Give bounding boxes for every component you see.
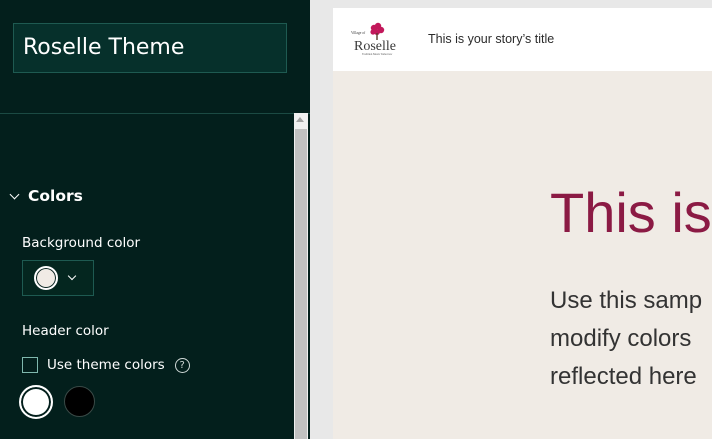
- use-theme-colors-checkbox[interactable]: [22, 357, 38, 373]
- svg-text:Village of: Village of: [351, 31, 366, 35]
- body-line: reflected here: [550, 363, 697, 390]
- scroll-thumb[interactable]: [295, 129, 307, 439]
- svg-text:Roselle: Roselle: [354, 39, 396, 54]
- theme-name-input[interactable]: Roselle Theme: [13, 23, 287, 73]
- story-header: Village of Roselle Tradition Meets Tomor…: [333, 8, 712, 71]
- story-title: This is your story’s title: [428, 32, 555, 46]
- story-body-text: Use this samp modify colors reflected he…: [550, 282, 702, 396]
- story-headline: This is: [550, 181, 712, 244]
- panel-divider: [0, 113, 310, 114]
- chevron-down-icon: [9, 189, 20, 199]
- panel-scrollbar[interactable]: [294, 113, 308, 439]
- background-color-label: Background color: [22, 235, 141, 251]
- story-body: This is Use this samp modify colors refl…: [333, 71, 712, 439]
- body-line: modify colors: [550, 325, 692, 352]
- use-theme-colors-label: Use theme colors: [47, 357, 165, 373]
- header-color-label: Header color: [22, 323, 109, 339]
- help-icon[interactable]: ?: [174, 357, 190, 373]
- scroll-up-arrow-icon[interactable]: [296, 117, 304, 122]
- colors-section-toggle[interactable]: Colors: [8, 184, 83, 208]
- colors-section-title: Colors: [28, 187, 83, 205]
- theme-editor-panel: Roselle Theme Colors Background color He…: [0, 0, 310, 439]
- header-swatch-white[interactable]: [19, 385, 53, 419]
- roselle-logo: Village of Roselle Tradition Meets Tomor…: [351, 22, 396, 56]
- use-theme-colors-row: Use theme colors ?: [22, 356, 190, 374]
- background-color-picker[interactable]: [22, 260, 94, 296]
- background-color-swatch: [34, 266, 58, 290]
- header-swatch-black[interactable]: [64, 386, 95, 417]
- chevron-down-icon: [67, 271, 77, 281]
- body-line: Use this samp: [550, 287, 703, 314]
- svg-text:Tradition Meets Tomorrow: Tradition Meets Tomorrow: [362, 53, 392, 56]
